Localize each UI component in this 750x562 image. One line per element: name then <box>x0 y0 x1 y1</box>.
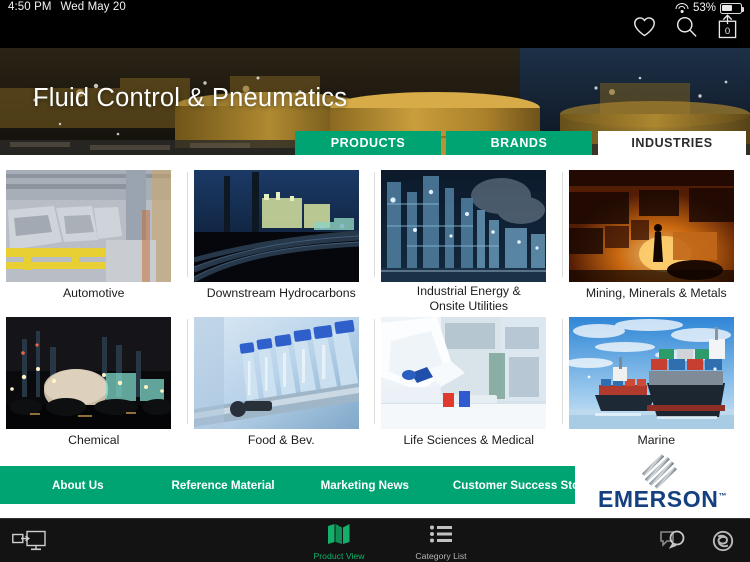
industry-card-industrial-energy[interactable]: Industrial Energy & Onsite Utilities <box>375 162 563 313</box>
toolbar-product-view-button[interactable]: Product View <box>303 523 375 561</box>
bottom-toolbar: Product View Category List <box>0 518 750 562</box>
industry-card-automotive[interactable]: Automotive <box>0 162 188 309</box>
toolbar-view-switch: Product View Category List <box>303 523 477 561</box>
map-fold-icon <box>328 524 350 544</box>
automotive-thumbnail-image <box>6 170 171 282</box>
industrial-energy-thumbnail-image <box>381 170 546 282</box>
industry-label: Mining, Minerals & Metals <box>585 286 727 300</box>
top-action-bar: 0 <box>633 14 738 39</box>
tab-industries[interactable]: INDUSTRIES <box>598 131 746 155</box>
status-bar: 4:50 PM Wed May 20 53% 0 <box>0 0 750 48</box>
bullet-list-icon <box>430 525 452 543</box>
chat-bubbles-icon[interactable] <box>658 529 686 558</box>
industry-card-downstream-hydrocarbons[interactable]: Downstream Hydrocarbons <box>188 162 375 309</box>
app-root: 4:50 PM Wed May 20 53% 0 Fluid Control &… <box>0 0 750 562</box>
status-bar-right: 53% <box>675 2 744 14</box>
tab-brands[interactable]: BRANDS <box>446 131 592 155</box>
battery-icon <box>720 2 744 14</box>
category-tabs: PRODUCTS BRANDS INDUSTRIES <box>295 131 746 155</box>
search-icon[interactable] <box>675 15 698 38</box>
downstream-hydrocarbons-thumbnail-image <box>193 170 359 282</box>
cart-upload-icon[interactable]: 0 <box>717 14 738 39</box>
wifi-icon <box>675 2 689 14</box>
industry-card-marine[interactable]: Marine <box>563 309 750 456</box>
footer-link-reference-material[interactable]: Reference Material <box>172 479 275 492</box>
industry-label: Marine <box>637 433 676 447</box>
industry-label: Food & Bev. <box>247 433 315 447</box>
industry-grid: Automotive Downstream Hydrocarbons Indus… <box>0 162 750 456</box>
footer-link-about-us[interactable]: About Us <box>52 479 104 492</box>
industry-card-mining-minerals-metals[interactable]: Mining, Minerals & Metals <box>563 162 750 309</box>
status-time: 4:50 PM <box>8 1 52 13</box>
food-bev-thumbnail-image <box>193 317 359 429</box>
toolbar-product-view-label: Product View <box>313 551 365 561</box>
industry-card-chemical[interactable]: Chemical <box>0 309 188 456</box>
toolbar-right-actions <box>658 529 736 558</box>
heart-icon[interactable] <box>633 16 656 37</box>
chemical-thumbnail-image <box>6 317 171 429</box>
battery-percent-label: 53% <box>692 2 716 14</box>
industry-label: Life Sciences & Medical <box>403 433 535 447</box>
industry-label: Downstream Hydrocarbons <box>206 286 356 300</box>
industry-card-life-sciences-medical[interactable]: Life Sciences & Medical <box>375 309 563 456</box>
tab-products[interactable]: PRODUCTS <box>295 131 441 155</box>
cart-count: 0 <box>724 26 731 37</box>
emerson-logo: EMERSON™ <box>575 452 750 514</box>
industry-card-food-bev[interactable]: Food & Bev. <box>188 309 375 456</box>
footer-nav-bar: About Us Reference Material Marketing Ne… <box>0 466 600 504</box>
page-title: Fluid Control & Pneumatics <box>33 84 348 112</box>
knot-link-icon[interactable] <box>710 529 736 558</box>
footer-link-marketing-news[interactable]: Marketing News <box>321 479 409 492</box>
life-sciences-medical-thumbnail-image <box>381 317 546 429</box>
industry-label: Chemical <box>68 433 120 447</box>
mining-minerals-metals-thumbnail-image <box>568 170 734 282</box>
emerson-wordmark: EMERSON™ <box>597 486 728 512</box>
status-date: Wed May 20 <box>60 1 126 13</box>
status-bar-left: 4:50 PM Wed May 20 <box>8 1 126 13</box>
toolbar-category-list-button[interactable]: Category List <box>405 523 477 561</box>
toolbar-category-list-label: Category List <box>415 551 467 561</box>
industry-label: Automotive <box>62 286 125 300</box>
marine-thumbnail-image <box>568 317 734 429</box>
cast-screen-icon[interactable] <box>12 530 46 557</box>
